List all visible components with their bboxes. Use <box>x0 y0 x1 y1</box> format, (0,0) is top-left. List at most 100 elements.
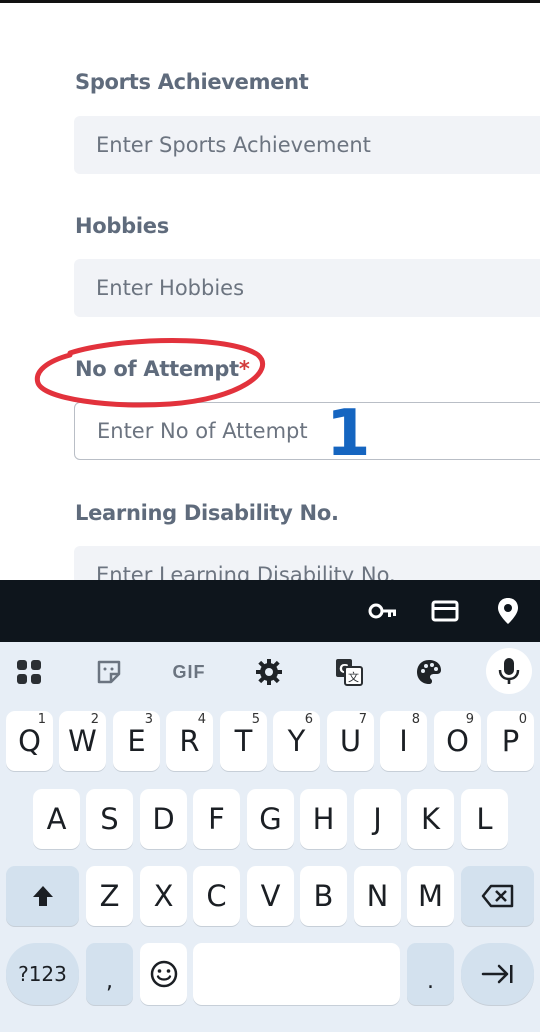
key-m[interactable]: M <box>407 866 454 926</box>
palette-icon[interactable] <box>406 650 452 694</box>
emoji-icon <box>150 960 177 988</box>
key-o-alt: 9 <box>465 712 474 727</box>
period-key-label: . <box>427 968 434 994</box>
symbols-key-label: ?123 <box>18 962 67 986</box>
red-highlight-ellipse <box>34 338 266 408</box>
key-e[interactable]: E3 <box>113 711 160 771</box>
key-v-label: V <box>260 879 281 913</box>
key-r-label: R <box>179 724 200 758</box>
sports-achievement-label: Sports Achievement <box>75 70 309 94</box>
learning-disability-input[interactable] <box>74 546 540 580</box>
key-u-alt: 7 <box>358 712 367 727</box>
sports-achievement-input[interactable] <box>74 116 540 174</box>
location-pin-icon[interactable] <box>491 594 525 628</box>
comma-key[interactable]: , <box>86 943 133 1005</box>
emoji-key[interactable] <box>140 943 187 1005</box>
key-d[interactable]: D <box>140 789 187 849</box>
key-i-alt: 8 <box>411 712 420 727</box>
key-j-label: J <box>373 802 382 836</box>
key-y-alt: 6 <box>304 712 313 727</box>
settings-gear-icon[interactable] <box>246 650 292 694</box>
key-q-alt: 1 <box>37 712 46 727</box>
key-e-label: E <box>127 724 146 758</box>
backspace-key[interactable] <box>461 866 534 926</box>
key-i[interactable]: I8 <box>380 711 427 771</box>
key-z-label: Z <box>99 879 120 913</box>
translate-icon[interactable]: G文 <box>326 650 372 694</box>
gif-label: GIF <box>172 661 206 682</box>
key-t-label: T <box>234 724 253 758</box>
tab-next-key[interactable] <box>461 943 534 1005</box>
key-p-alt: 0 <box>518 712 527 727</box>
soft-keyboard: GIF G文 Q1 W2 E3 R4 T5 Y6 U7 I8 O9 P0 A S… <box>0 642 540 1032</box>
backspace-icon <box>481 884 513 908</box>
shift-arrow-icon <box>32 886 53 906</box>
tab-arrow-icon <box>481 964 512 984</box>
key-h[interactable]: H <box>300 789 347 849</box>
key-w-label: W <box>68 724 97 758</box>
key-w[interactable]: W2 <box>59 711 106 771</box>
key-f-label: F <box>208 802 225 836</box>
key-z[interactable]: Z <box>86 866 133 926</box>
key-s-label: S <box>100 802 119 836</box>
space-key[interactable] <box>193 943 400 1005</box>
comma-key-label: , <box>106 968 113 994</box>
key-t[interactable]: T5 <box>220 711 267 771</box>
key-h-label: H <box>312 802 335 836</box>
key-a-label: A <box>46 802 67 836</box>
symbols-key[interactable]: ?123 <box>6 943 79 1005</box>
learning-disability-label: Learning Disability No. <box>75 501 339 525</box>
key-w-alt: 2 <box>90 712 99 727</box>
key-m-label: M <box>417 879 444 913</box>
annotation-number-one: 1 <box>326 398 371 470</box>
key-s[interactable]: S <box>86 789 133 849</box>
key-g[interactable]: G <box>247 789 294 849</box>
key-o-label: O <box>446 724 469 758</box>
key-j[interactable]: J <box>354 789 401 849</box>
key-c[interactable]: C <box>193 866 240 926</box>
hobbies-label: Hobbies <box>75 214 169 238</box>
key-r[interactable]: R4 <box>166 711 213 771</box>
key-u-label: U <box>339 724 362 758</box>
key-p[interactable]: P0 <box>487 711 534 771</box>
key-y[interactable]: Y6 <box>273 711 320 771</box>
form-area: Sports Achievement Hobbies No of Attempt… <box>0 0 540 580</box>
key-l[interactable]: L <box>461 789 508 849</box>
annotation-number-text: 1 <box>326 397 371 471</box>
key-i-label: I <box>399 724 408 758</box>
key-o[interactable]: O9 <box>434 711 481 771</box>
key-g-label: G <box>259 802 282 836</box>
key-d-label: D <box>152 802 175 836</box>
gif-icon[interactable]: GIF <box>166 650 212 694</box>
key-l-label: L <box>476 802 493 836</box>
period-key[interactable]: . <box>407 943 454 1005</box>
key-icon[interactable] <box>366 594 400 628</box>
key-f[interactable]: F <box>193 789 240 849</box>
key-q[interactable]: Q1 <box>6 711 53 771</box>
svg-text:文: 文 <box>348 670 359 684</box>
key-x-label: X <box>153 879 174 913</box>
key-u[interactable]: U7 <box>327 711 374 771</box>
key-v[interactable]: V <box>247 866 294 926</box>
microphone-icon[interactable] <box>486 648 532 694</box>
key-x[interactable]: X <box>140 866 187 926</box>
key-r-alt: 4 <box>197 712 206 727</box>
autofill-bar <box>0 580 540 642</box>
sticker-icon[interactable] <box>86 650 132 694</box>
key-k[interactable]: K <box>407 789 454 849</box>
shift-key[interactable] <box>6 866 79 926</box>
key-p-label: P <box>501 724 520 758</box>
key-y-label: Y <box>287 724 306 758</box>
key-a[interactable]: A <box>33 789 80 849</box>
card-icon[interactable] <box>428 594 462 628</box>
key-b[interactable]: B <box>300 866 347 926</box>
key-q-label: Q <box>18 724 41 758</box>
apps-grid-icon[interactable] <box>6 650 52 694</box>
key-c-label: C <box>206 879 227 913</box>
key-t-alt: 5 <box>251 712 260 727</box>
key-k-label: K <box>420 802 441 836</box>
hobbies-input[interactable] <box>74 259 540 317</box>
key-n[interactable]: N <box>354 866 401 926</box>
key-b-label: B <box>313 879 334 913</box>
key-n-label: N <box>366 879 389 913</box>
